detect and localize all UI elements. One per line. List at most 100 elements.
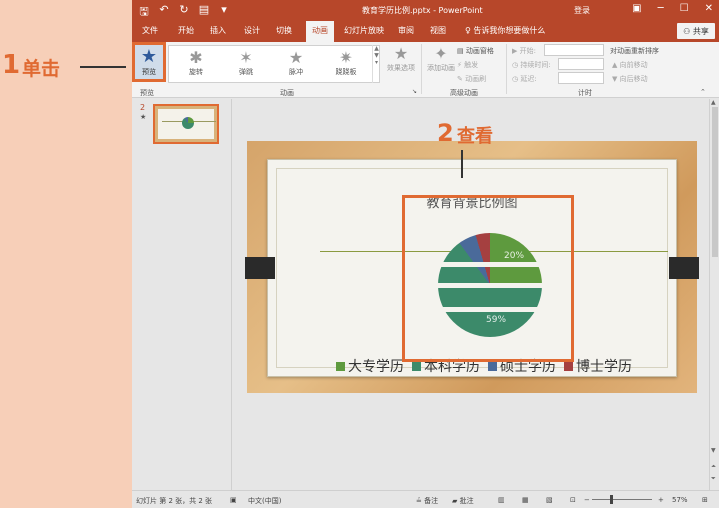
zoom-slider-knob[interactable] (610, 495, 613, 504)
tab-view[interactable]: 视图 (430, 25, 446, 36)
zoom-slider[interactable] (592, 499, 652, 500)
delay-text: 延迟: (520, 75, 537, 83)
powerpoint-window: 🖫 ↶ ↻ ▤ ▾ 教育学历比例.pptx - PowerPoint 登录 ▣ … (132, 0, 719, 508)
animation-pulse[interactable]: ★ 脉冲 (271, 46, 321, 84)
animation-teeter[interactable]: ✷ 跷跷板 (321, 46, 371, 84)
slide-canvas[interactable]: 教育背景比例图 20% 59% 大专学历 本科学历 硕士学历 博士学历 (245, 141, 699, 393)
slide-sorter-icon[interactable]: ▦ (522, 496, 529, 504)
binder-clip-right (669, 257, 699, 279)
callout-step-1-text: 单击 (22, 58, 61, 80)
tab-insert[interactable]: 插入 (210, 25, 226, 36)
callout-step-2-text: 查看 (457, 126, 493, 147)
animation-spin-label: 旋转 (189, 68, 203, 76)
comments-button[interactable]: ▰ 批注 (452, 496, 474, 506)
slide-thumbnail-content (158, 109, 216, 139)
legend-label: 大专学历 (348, 359, 404, 375)
normal-view-icon[interactable]: ▥ (498, 496, 505, 504)
effect-options-icon: ★ (393, 44, 409, 63)
person-icon: ⚇ (683, 27, 691, 36)
legend-swatch (488, 361, 497, 371)
scroll-down-icon[interactable]: ▼ (711, 447, 716, 454)
trigger-button[interactable]: ⚡ 触发 (457, 60, 478, 70)
tab-home[interactable]: 开始 (178, 25, 194, 36)
zoom-in-icon[interactable]: + (658, 496, 664, 504)
legend-swatch (564, 361, 573, 371)
animation-spin[interactable]: ✱ 旋转 (171, 46, 221, 84)
login-link[interactable]: 登录 (574, 5, 590, 16)
legend-swatch (336, 361, 345, 371)
vertical-scrollbar[interactable]: ▲ ▼ ⏶ ⏷ (709, 99, 719, 490)
minimize-icon[interactable]: ─ (658, 3, 664, 14)
share-label: 共享 (692, 27, 709, 36)
move-later-button[interactable]: ▼ 向后移动 (612, 74, 648, 84)
pulse-star-icon: ★ (288, 48, 304, 67)
animation-painter-button[interactable]: ✎ 动画刷 (457, 74, 486, 84)
close-icon[interactable]: ✕ (705, 3, 713, 14)
legend-item: 博士学历 (564, 356, 632, 376)
duration-input[interactable] (558, 58, 604, 70)
animation-pane-button[interactable]: ▤ 动画窗格 (457, 46, 494, 56)
effect-options-label: 效果选项 (387, 64, 415, 72)
move-earlier-button[interactable]: ▲ 向前移动 (612, 60, 648, 70)
slide-thumbnail[interactable] (153, 104, 219, 144)
slideshow-view-icon[interactable]: ⊡ (570, 496, 576, 504)
zoom-out-icon[interactable]: − (584, 496, 590, 504)
add-animation-label: 添加动画 (427, 64, 455, 72)
title-bar: 🖫 ↶ ↻ ▤ ▾ 教育学历比例.pptx - PowerPoint 登录 ▣ … (132, 0, 719, 20)
ribbon-tabs: 文件 开始 插入 设计 切换 动画 幻灯片放映 审阅 视图 ♀ 告诉我你想要做什… (132, 20, 719, 42)
start-icon: ▶ (512, 47, 518, 55)
callout-step-2-line (461, 150, 463, 178)
maximize-icon[interactable]: ☐ (680, 3, 689, 14)
animation-pane-icon: ▤ (457, 47, 464, 55)
delay-label: ◷ 延迟: (512, 74, 537, 84)
tab-review[interactable]: 审阅 (398, 25, 414, 36)
notes-button[interactable]: ≟ 备注 (416, 496, 438, 506)
animation-bounce[interactable]: ✶ 弹跳 (221, 46, 271, 84)
gallery-scroll[interactable]: ▲ ▼ ▾ (372, 45, 380, 83)
start-label: ▶ 开始: (512, 46, 536, 56)
trigger-icon: ⚡ (457, 61, 462, 69)
ribbon-separator (421, 44, 422, 94)
trigger-label: 触发 (464, 61, 479, 69)
delay-input[interactable] (558, 72, 604, 84)
window-controls: ▣ ─ ☐ ✕ (632, 3, 713, 14)
tab-transitions[interactable]: 切换 (276, 25, 292, 36)
next-slide-icon[interactable]: ⏷ (711, 475, 716, 483)
tab-animations[interactable]: 动画 (306, 21, 334, 42)
zoom-level[interactable]: 57% (672, 496, 688, 504)
gallery-up-icon[interactable]: ▲ (373, 45, 380, 52)
preview-label: 预览 (142, 68, 156, 76)
tab-design[interactable]: 设计 (244, 25, 260, 36)
callout-step-1-line (80, 66, 126, 68)
effect-options-button[interactable]: ★ 效果选项 (384, 44, 418, 73)
ribbon-separator (506, 44, 507, 94)
gallery-more-icon[interactable]: ▾ (373, 59, 380, 66)
fit-slide-icon[interactable]: ⊞ (702, 496, 708, 504)
scrollbar-thumb[interactable] (712, 107, 718, 257)
up-triangle-icon: ▲ (612, 61, 618, 69)
callout-step-1: 1 单击 (0, 48, 132, 80)
add-animation-button[interactable]: ✦ 添加动画 (423, 44, 459, 73)
spellcheck-icon[interactable]: ▣ (230, 496, 237, 504)
previous-slide-icon[interactable]: ⏶ (711, 463, 716, 471)
group-dialog-launcher-icon[interactable]: ↘ (412, 88, 417, 95)
animation-teeter-label: 跷跷板 (335, 68, 357, 76)
tab-slideshow[interactable]: 幻灯片放映 (344, 25, 384, 36)
start-text: 开始: (519, 47, 536, 55)
scroll-up-icon[interactable]: ▲ (711, 99, 716, 106)
language-indicator[interactable]: 中文(中国) (248, 496, 281, 506)
reading-view-icon[interactable]: ▧ (546, 496, 553, 504)
legend-item: 大专学历 (336, 356, 404, 376)
slide-count: 幻灯片 第 2 张，共 2 张 (136, 497, 213, 505)
start-dropdown[interactable] (544, 44, 604, 56)
clock-icon: ◷ (512, 61, 519, 69)
reorder-label: 对动画重新排序 (610, 47, 659, 55)
ribbon-options-icon[interactable]: ▣ (632, 3, 641, 14)
gallery-down-icon[interactable]: ▼ (373, 52, 380, 59)
legend-swatch (412, 361, 421, 371)
tell-me-search[interactable]: ♀ 告诉我你想要做什么 (465, 25, 545, 36)
collapse-ribbon-icon[interactable]: ⌃ (700, 88, 706, 96)
tab-file[interactable]: 文件 (142, 25, 158, 36)
share-button[interactable]: ⚇ 共享 (677, 23, 715, 39)
preview-button[interactable]: ★ 预览 (132, 42, 166, 82)
